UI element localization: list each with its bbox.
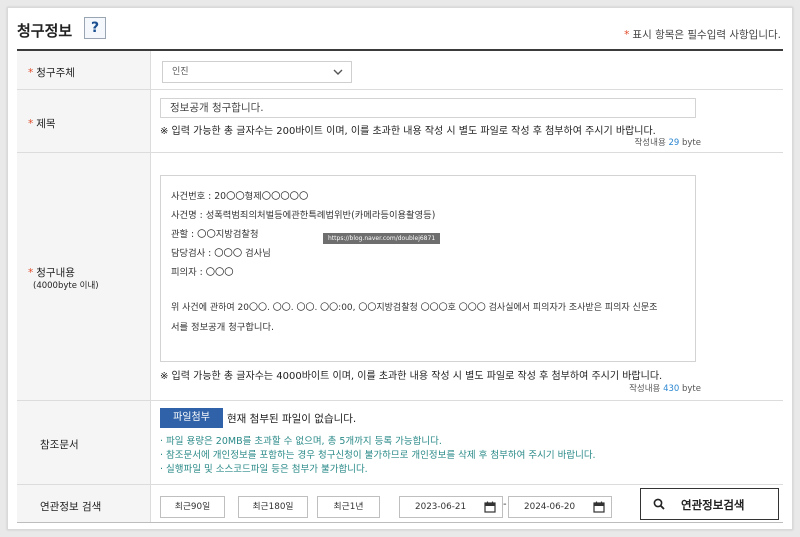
calendar-icon[interactable] <box>593 501 605 513</box>
date-to-input[interactable]: 2024-06-20 <box>508 496 612 518</box>
count-prefix: 작성내용 <box>634 138 666 148</box>
date-separator: - <box>503 499 507 510</box>
subject-label-text: 제목 <box>36 118 56 130</box>
count-unit: byte <box>682 384 701 394</box>
content-line: 위 사건에 관하여 20〇〇. 〇〇. 〇〇. 〇〇:00, 〇〇지방검찰청 〇… <box>171 303 658 313</box>
count-number: 29 <box>668 138 680 148</box>
required-star: * <box>28 267 34 279</box>
related-label: 연관정보 검색 <box>40 501 102 513</box>
label-cell: 연관정보 검색 <box>17 485 151 522</box>
date-from-value: 2023-06-21 <box>415 502 467 512</box>
count-number: 430 <box>663 384 680 394</box>
claimant-label: * 청구주체 <box>28 65 75 80</box>
label-cell: * 청구내용 (4000byte 이내) <box>17 153 151 400</box>
help-icon[interactable]: ? <box>84 17 106 39</box>
period-1year-button[interactable]: 최근1년 <box>317 496 380 518</box>
required-star: * <box>28 67 34 79</box>
content-line: 사건명 : 성폭력범죄의처벌등에관한특례법위반(카메라등이용촬영등) <box>171 210 436 221</box>
content-line: 관할 : 〇〇지방검찰청 <box>171 229 259 240</box>
no-file-text: 현재 첨부된 파일이 없습니다. <box>227 413 357 425</box>
reference-bullet: · 실행파일 및 소스코드파일 등은 첨부가 불가합니다. <box>160 464 368 475</box>
content-textarea[interactable]: 사건번호 : 20〇〇형제〇〇〇〇〇 사건명 : 성폭력범죄의처벌등에관한특례법… <box>160 175 696 362</box>
subject-input[interactable]: 정보공개 청구합니다. <box>160 98 696 118</box>
required-star: * <box>624 29 630 41</box>
row-claimant: * 청구주체 인진 <box>17 51 783 90</box>
period-180days-button[interactable]: 최근180일 <box>238 496 308 518</box>
form-header: 청구정보 ? * 표시 항목은 필수입력 사항입니다. <box>8 8 792 46</box>
subject-length-notice: ※ 입력 가능한 총 글자수는 200바이트 이며, 이를 초과한 내용 작성 … <box>160 126 656 137</box>
page-title: 청구정보 <box>17 22 73 40</box>
related-search-label: 연관정보검색 <box>681 498 745 512</box>
watermark-label: https://blog.naver.com/doublej6871 <box>323 233 441 244</box>
date-to-value: 2024-06-20 <box>524 502 576 512</box>
content-length-notice: ※ 입력 가능한 총 글자수는 4000바이트 이며, 이를 초과한 내용 작성… <box>160 371 663 382</box>
count-prefix: 작성내용 <box>629 384 661 394</box>
content-line: 담당검사 : 〇〇〇 검사님 <box>171 248 271 259</box>
date-from-input[interactable]: 2023-06-21 <box>399 496 503 518</box>
row-subject: * 제목 정보공개 청구합니다. ※ 입력 가능한 총 글자수는 200바이트 이… <box>17 90 783 153</box>
row-reference: 참조문서 파일첨부 현재 첨부된 파일이 없습니다. · 파일 용량은 20MB… <box>17 401 783 485</box>
chevron-down-icon <box>333 69 343 75</box>
content-label-text: 청구내용 <box>36 267 75 279</box>
content-line: 사건번호 : 20〇〇형제〇〇〇〇〇 <box>171 191 309 202</box>
related-search-button[interactable]: 연관정보검색 <box>640 488 779 520</box>
claimant-label-text: 청구주체 <box>36 67 75 79</box>
claim-form-panel: 청구정보 ? * 표시 항목은 필수입력 사항입니다. * 청구주체 인진 * 제목 … <box>7 7 793 530</box>
content-byte-count: 작성내용 430 byte <box>629 382 701 394</box>
attach-file-button[interactable]: 파일첨부 <box>160 408 223 428</box>
required-note: * 표시 항목은 필수입력 사항입니다. <box>624 27 781 42</box>
row-related-search: 연관정보 검색 최근90일 최근180일 최근1년 2023-06-21 - 2… <box>17 485 783 523</box>
reference-bullet: · 파일 용량은 20MB를 초과할 수 없으며, 총 5개까지 등록 가능합니… <box>160 436 442 447</box>
claimant-selected-value: 인진 <box>172 67 189 77</box>
subject-byte-count: 작성내용 29 byte <box>634 136 701 148</box>
content-line: 피의자 : 〇〇〇 <box>171 267 234 278</box>
required-note-text: 표시 항목은 필수입력 사항입니다. <box>632 29 781 41</box>
label-cell: * 제목 <box>17 90 151 152</box>
required-star: * <box>28 118 34 130</box>
subject-label: * 제목 <box>28 116 56 131</box>
content-sublabel: (4000byte 이내) <box>33 281 99 291</box>
period-90days-button[interactable]: 최근90일 <box>160 496 225 518</box>
label-cell: 참조문서 <box>17 401 151 484</box>
label-cell: * 청구주체 <box>17 51 151 89</box>
claimant-select[interactable]: 인진 <box>162 61 352 83</box>
content-label: * 청구내용 <box>28 265 75 280</box>
row-content: * 청구내용 (4000byte 이내) 사건번호 : 20〇〇형제〇〇〇〇〇 사… <box>17 153 783 401</box>
reference-label: 참조문서 <box>40 439 79 451</box>
calendar-icon[interactable] <box>484 501 496 513</box>
content-line: 서를 정보공개 청구합니다. <box>171 322 274 333</box>
reference-bullet: · 참조문서에 개인정보를 포함하는 경우 청구신청이 불가하므로 개인정보를 … <box>160 450 596 461</box>
magnifier-icon <box>653 498 665 510</box>
count-unit: byte <box>682 138 701 148</box>
